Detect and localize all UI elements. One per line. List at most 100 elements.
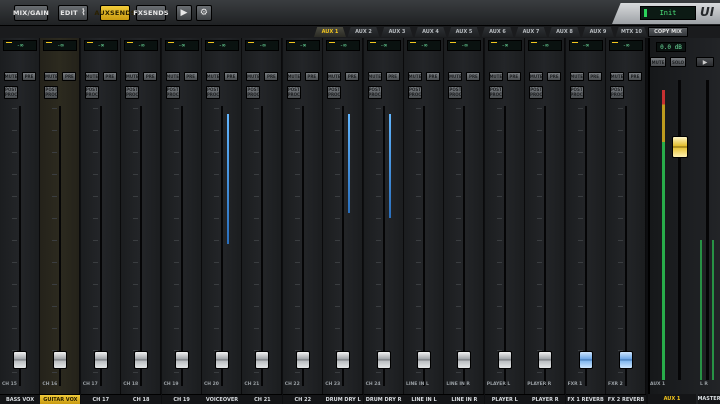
mute-button[interactable]: MUTE: [125, 72, 140, 81]
send-level-display[interactable]: -∞: [407, 40, 441, 51]
post-proc-button[interactable]: POST PROC: [569, 86, 584, 99]
post-proc-button[interactable]: POST PROC: [327, 86, 342, 99]
aux-tab-2[interactable]: AUX 2: [347, 27, 380, 37]
mute-button[interactable]: MUTE: [327, 72, 342, 81]
pre-button[interactable]: PRE: [183, 72, 198, 81]
post-proc-button[interactable]: POST PROC: [44, 86, 59, 99]
pre-button[interactable]: PRE: [102, 72, 117, 81]
channel-name[interactable]: DRUM DRY L: [323, 394, 364, 404]
master-mute-button[interactable]: MUTE: [650, 57, 666, 67]
channel-fader[interactable]: [538, 350, 553, 369]
post-proc-button[interactable]: POST PROC: [408, 86, 422, 99]
channel-name[interactable]: LINE IN R: [444, 394, 485, 404]
send-level-display[interactable]: -∞: [326, 40, 361, 51]
channel-name[interactable]: FX 1 REVERB: [565, 394, 606, 404]
pre-button[interactable]: PRE: [224, 72, 238, 81]
channel-fader[interactable]: [457, 350, 472, 369]
send-level-display[interactable]: -∞: [83, 40, 118, 51]
channel-name[interactable]: CH 19: [161, 394, 202, 404]
post-proc-button[interactable]: POST PROC: [488, 86, 503, 99]
pre-button[interactable]: PRE: [547, 72, 562, 81]
channel-fader[interactable]: [13, 350, 27, 369]
pre-button[interactable]: PRE: [22, 72, 36, 81]
aux-sends-button[interactable]: AUXSENDS: [94, 5, 135, 21]
channel-fader[interactable]: [53, 350, 68, 369]
channel-fader[interactable]: [497, 350, 512, 369]
channel-fader[interactable]: [619, 350, 633, 369]
channel-fader[interactable]: [134, 350, 149, 369]
channel-name[interactable]: PLAYER R: [525, 394, 566, 404]
pre-button[interactable]: PRE: [506, 72, 521, 81]
channel-name[interactable]: PLAYER L: [484, 394, 525, 404]
send-level-display[interactable]: -∞: [43, 40, 78, 51]
channel-name[interactable]: FX 2 REVERB: [606, 394, 646, 404]
channel-name[interactable]: CH 22: [282, 394, 323, 404]
mute-button[interactable]: MUTE: [529, 72, 544, 81]
mute-button[interactable]: MUTE: [44, 72, 59, 81]
pre-button[interactable]: PRE: [466, 72, 481, 81]
channel-name[interactable]: CH 18: [121, 394, 162, 404]
mute-button[interactable]: MUTE: [84, 72, 99, 81]
channel-fader[interactable]: [336, 350, 351, 369]
channel-fader[interactable]: [255, 350, 270, 369]
send-level-display[interactable]: -∞: [124, 40, 159, 51]
channel-fader[interactable]: [93, 350, 108, 369]
pre-button[interactable]: PRE: [143, 72, 158, 81]
send-level-display[interactable]: -∞: [205, 40, 239, 51]
aux-tab-7[interactable]: AUX 7: [515, 27, 547, 37]
post-proc-button[interactable]: POST PROC: [610, 86, 624, 99]
send-level-display[interactable]: -∞: [3, 40, 37, 51]
post-proc-button[interactable]: POST PROC: [84, 86, 99, 99]
pre-button[interactable]: PRE: [628, 72, 642, 81]
mute-button[interactable]: MUTE: [569, 72, 584, 81]
send-level-display[interactable]: -∞: [366, 40, 401, 51]
send-level-display[interactable]: -∞: [285, 40, 320, 51]
aux-tab-8[interactable]: AUX 8: [548, 27, 581, 37]
main-channel-name[interactable]: MASTER: [698, 394, 720, 404]
pre-button[interactable]: PRE: [426, 72, 440, 81]
mute-button[interactable]: MUTE: [286, 72, 301, 81]
copy-mix-button[interactable]: COPY MIX: [648, 27, 688, 37]
aux-tab-10[interactable]: MTX 10: [615, 27, 648, 37]
mute-button[interactable]: MUTE: [4, 72, 18, 81]
master-play-icon[interactable]: ▶: [696, 57, 714, 67]
mute-button[interactable]: MUTE: [165, 72, 180, 81]
edit-button[interactable]: EDIT ⌇: [58, 5, 88, 21]
send-level-display[interactable]: -∞: [245, 40, 280, 51]
channel-name[interactable]: GUITAR VOX: [40, 394, 81, 404]
mute-button[interactable]: MUTE: [488, 72, 503, 81]
post-proc-button[interactable]: POST PROC: [448, 86, 463, 99]
post-proc-button[interactable]: POST PROC: [286, 86, 301, 99]
send-level-display[interactable]: -∞: [447, 40, 482, 51]
mute-button[interactable]: MUTE: [448, 72, 463, 81]
post-proc-button[interactable]: POST PROC: [206, 86, 220, 99]
master-solo-button[interactable]: SOLO: [670, 57, 686, 67]
channel-name[interactable]: CH 21: [242, 394, 283, 404]
channel-fader[interactable]: [578, 350, 593, 369]
channel-fader[interactable]: [295, 350, 310, 369]
mute-button[interactable]: MUTE: [246, 72, 261, 81]
master-channel-name[interactable]: AUX 1: [648, 394, 696, 404]
mute-button[interactable]: MUTE: [408, 72, 422, 81]
pre-button[interactable]: PRE: [304, 72, 319, 81]
aux-tab-9[interactable]: AUX 9: [582, 27, 614, 37]
channel-name[interactable]: CH 17: [80, 394, 121, 404]
mix-gain-button[interactable]: MIX/GAIN: [13, 5, 49, 21]
post-proc-button[interactable]: POST PROC: [4, 86, 18, 99]
channel-fader[interactable]: [215, 350, 229, 369]
pre-button[interactable]: PRE: [385, 72, 400, 81]
gear-icon[interactable]: ⚙: [196, 5, 212, 21]
send-level-display[interactable]: -∞: [609, 40, 643, 51]
pre-button[interactable]: PRE: [264, 72, 279, 81]
mute-button[interactable]: MUTE: [206, 72, 220, 81]
send-level-display[interactable]: -∞: [568, 40, 603, 51]
master-fader[interactable]: [672, 135, 688, 158]
channel-fader[interactable]: [376, 350, 391, 369]
pre-button[interactable]: PRE: [62, 72, 77, 81]
channel-name[interactable]: LINE IN L: [404, 394, 444, 404]
post-proc-button[interactable]: POST PROC: [165, 86, 180, 99]
pre-button[interactable]: PRE: [587, 72, 602, 81]
aux-tab-6[interactable]: AUX 6: [481, 27, 514, 37]
aux-tab-4[interactable]: AUX 4: [414, 27, 447, 37]
post-proc-button[interactable]: POST PROC: [246, 86, 261, 99]
